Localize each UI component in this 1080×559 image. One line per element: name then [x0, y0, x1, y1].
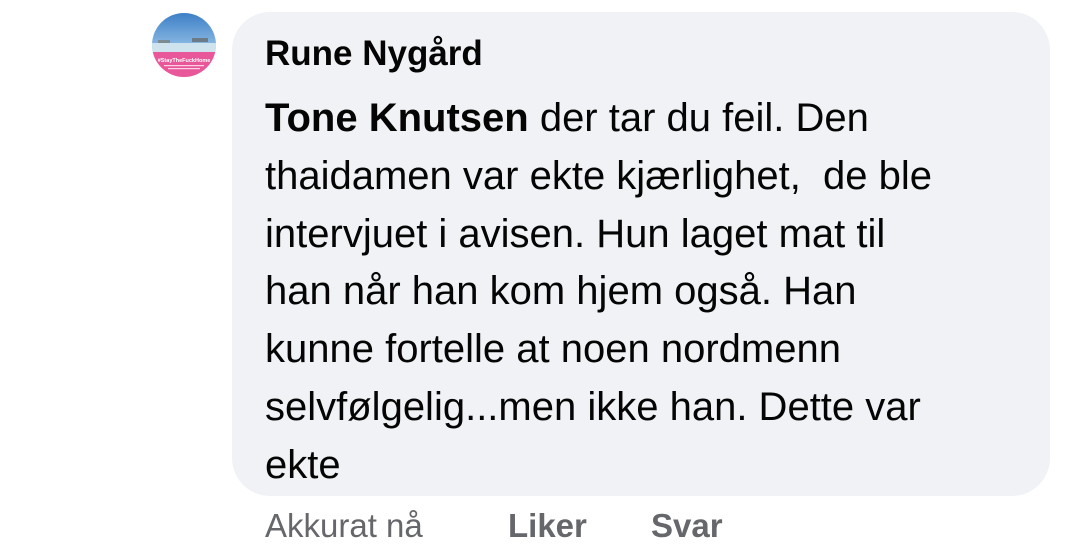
comment-line-6: selvfølgelig...men ikke han. Dette var [265, 384, 921, 429]
comment-row: #StayTheFuckHome Rune Nygård Tone Knutse… [0, 0, 1080, 559]
comment-line-1: Tone Knutsen der tar du feil. Den [265, 90, 1035, 148]
comment-line-3: intervjuet i avisen. Hun laget mat til [265, 211, 886, 256]
like-button[interactable]: Liker [508, 503, 587, 549]
profile-picture-icon: #StayTheFuckHome [152, 13, 216, 77]
comment-author[interactable]: Rune Nygård [265, 31, 483, 77]
reply-button[interactable]: Svar [651, 503, 723, 549]
comment-line-7: ekte [265, 442, 341, 487]
timestamp[interactable]: Akkurat nå [265, 503, 423, 549]
comment-text-1: der tar du feil. Den [528, 96, 869, 140]
comment-body: Tone Knutsen der tar du feil. Den thaida… [265, 90, 1035, 495]
avatar[interactable]: #StayTheFuckHome [152, 13, 216, 77]
comment-line-2: thaidamen var ekte kjærlighet, de ble [265, 153, 933, 198]
frame-text: #StayTheFuckHome [158, 58, 211, 64]
comment-line-5: kunne fortelle at noen nordmenn [265, 327, 841, 372]
mention-link[interactable]: Tone Knutsen [265, 96, 529, 140]
comment-line-4: han når han kom hjem også. Han [265, 269, 857, 314]
